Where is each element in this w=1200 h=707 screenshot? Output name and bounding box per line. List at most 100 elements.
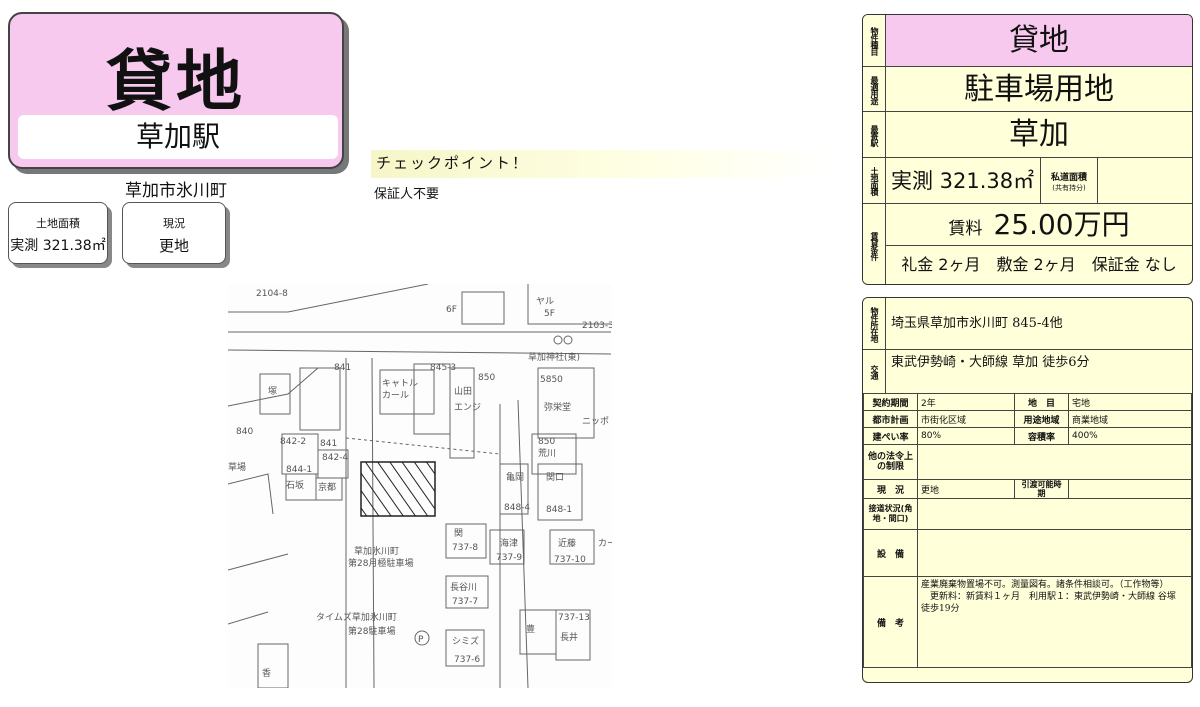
svg-text:737-8: 737-8 xyxy=(452,543,478,553)
remarks-line: 徒歩19分 xyxy=(921,604,960,614)
svg-text:第28月極駐車場: 第28月極駐車場 xyxy=(348,557,413,569)
value-land-category: 宅地 xyxy=(1068,393,1192,411)
svg-text:カール: カール xyxy=(382,390,409,401)
svg-text:737-9: 737-9 xyxy=(496,553,522,563)
svg-text:842-4: 842-4 xyxy=(322,453,348,463)
summary-label: 現況 xyxy=(163,217,185,230)
rent-cell: 賃料 25.00万円 xyxy=(886,204,1192,246)
svg-text:840: 840 xyxy=(236,427,253,437)
label-land-area: 土地面積 xyxy=(863,158,886,204)
label-location: 物件所在地 xyxy=(863,298,886,350)
label-zoning: 用途地域 xyxy=(1014,410,1069,428)
label-best-use: 最適用途 xyxy=(863,67,886,112)
svg-text:844-1: 844-1 xyxy=(286,465,312,475)
svg-text:ニッポ: ニッポ xyxy=(582,416,609,427)
row-location: 物件所在地 埼玉県草加市氷川町 845-4他 xyxy=(863,298,1192,350)
value-contract: 2年 xyxy=(917,393,1015,411)
value-building-coverage: 80% xyxy=(917,427,1015,445)
svg-text:737-13: 737-13 xyxy=(558,613,590,623)
station-name: 草加駅 xyxy=(18,115,338,159)
summary-label: 土地面積 xyxy=(36,217,80,230)
svg-text:長井: 長井 xyxy=(560,631,578,643)
value-road-access xyxy=(917,498,1192,530)
svg-text:タイムズ草加氷川町: タイムズ草加氷川町 xyxy=(316,611,397,623)
label-rental-terms: 賃貸条件 xyxy=(863,204,886,284)
label-current-status: 現 況 xyxy=(863,479,918,499)
label-private-road-note: (共有持分) xyxy=(1052,184,1086,192)
table-row: 備 考 産業廃棄物置場不可。測量図有。諸条件相談可。（工作物等） 更新料：新賃料… xyxy=(863,576,1192,668)
row-transport: 交通 東武伊勢崎・大師線 草加 徒歩6分 xyxy=(863,349,1192,393)
detail-table-wrap: 契約期間 2年 地 目 宅地 都市計画 市街化区域 用途地域 商業地域 建ぺい率… xyxy=(863,393,1192,668)
table-row: 建ぺい率 80% 容積率 400% xyxy=(863,427,1192,445)
value-best-use: 駐車場用地 xyxy=(964,72,1114,107)
svg-text:海津: 海津 xyxy=(500,537,518,549)
svg-text:エンジ: エンジ xyxy=(454,403,481,413)
label-remarks: 備 考 xyxy=(863,576,918,668)
label-floor-area-ratio: 容積率 xyxy=(1014,427,1069,445)
row-property-type: 物件種目 貸地 xyxy=(863,15,1192,67)
label-handover: 引渡可能時期 xyxy=(1014,479,1069,499)
value-legal-restrictions xyxy=(917,444,1192,480)
table-row: 設 備 xyxy=(863,529,1192,577)
value-rent: 25.00万円 xyxy=(993,208,1130,241)
value-nearest-station: 草加 xyxy=(1009,117,1069,152)
svg-text:香: 香 xyxy=(262,668,271,679)
svg-text:亀岡: 亀岡 xyxy=(506,471,524,483)
svg-text:草加神社(東): 草加神社(東) xyxy=(528,351,580,363)
label-building-coverage: 建ぺい率 xyxy=(863,427,918,445)
svg-text:737-10: 737-10 xyxy=(554,555,586,565)
svg-text:塚: 塚 xyxy=(268,386,277,397)
row-land-area: 土地面積 実測 321.38㎡ 私道面積 (共有持分) xyxy=(863,157,1192,204)
remarks-line: 更新料：新賃料１ヶ月 利用駅１：東武伊勢崎・大師線 谷塚 xyxy=(921,592,1176,602)
svg-text:2103-3: 2103-3 xyxy=(582,321,612,331)
table-row: 現 況 更地 引渡可能時期 xyxy=(863,479,1192,499)
label-road-access: 接道状況(角地・間口) xyxy=(863,498,918,530)
label-city-plan: 都市計画 xyxy=(863,410,918,428)
label-contract: 契約期間 xyxy=(863,393,918,411)
svg-text:ヤル: ヤル xyxy=(536,297,554,307)
svg-text:5F: 5F xyxy=(544,309,555,319)
svg-text:737-7: 737-7 xyxy=(452,597,478,607)
svg-text:荒川: 荒川 xyxy=(538,448,556,459)
svg-text:5850: 5850 xyxy=(540,375,563,385)
value-zoning: 商業地域 xyxy=(1068,410,1192,428)
location-map: 2104-8 6F ヤル 5F 2103-3 草加神社(東) 841 845-3… xyxy=(228,284,612,688)
row-rental-terms: 賃貸条件 賃料 25.00万円 礼金 2ヶ月 敷金 2ヶ月 保証金 なし xyxy=(863,203,1192,284)
value-land-area: 実測 321.38㎡ xyxy=(891,169,1035,193)
table-row: 契約期間 2年 地 目 宅地 xyxy=(863,393,1192,411)
svg-text:シミズ: シミズ xyxy=(452,635,479,647)
checkpoint-title: チェックポイント！ xyxy=(376,154,530,172)
value-deposit-fees: 礼金 2ヶ月 敷金 2ヶ月 保証金 なし xyxy=(901,255,1177,274)
svg-text:845-3: 845-3 xyxy=(430,363,456,373)
value-remarks: 産業廃棄物置場不可。測量図有。諸条件相談可。（工作物等） 更新料：新賃料１ヶ月 … xyxy=(917,576,1192,668)
value-transport: 東武伊勢崎・大師線 草加 徒歩6分 xyxy=(891,355,1090,370)
label-rent: 賃料 xyxy=(948,219,983,239)
private-road-label-cell: 私道面積 (共有持分) xyxy=(1040,158,1098,204)
value-private-road xyxy=(1097,158,1192,204)
table-row: 都市計画 市街化区域 用途地域 商業地域 xyxy=(863,410,1192,428)
svg-text:第28駐車場: 第28駐車場 xyxy=(348,625,395,637)
row-nearest-station: 最寄駅 草加 xyxy=(863,111,1192,158)
label-legal-restrictions: 他の法令上の制限 xyxy=(863,444,918,480)
svg-text:848-4: 848-4 xyxy=(504,503,530,513)
svg-text:長谷川: 長谷川 xyxy=(450,582,477,593)
label-private-road: 私道面積 xyxy=(1050,173,1087,183)
svg-text:737-6: 737-6 xyxy=(454,655,480,665)
svg-text:関: 関 xyxy=(454,528,463,539)
label-property-type: 物件種目 xyxy=(863,15,886,67)
value-current-status: 更地 xyxy=(917,479,1015,499)
detail-table: 契約期間 2年 地 目 宅地 都市計画 市街化区域 用途地域 商業地域 建ぺい率… xyxy=(863,393,1192,668)
property-header-card: 貸地 草加駅 xyxy=(8,12,344,169)
svg-text:841: 841 xyxy=(334,363,351,373)
summary-value: 実測 321.38㎡ xyxy=(10,238,106,254)
svg-text:石坂: 石坂 xyxy=(286,480,304,491)
value-facilities xyxy=(917,529,1192,577)
summary-card-land-area: 土地面積 実測 321.38㎡ xyxy=(8,202,108,264)
value-floor-area-ratio: 400% xyxy=(1068,427,1192,445)
label-facilities: 設 備 xyxy=(863,529,918,577)
svg-text:850: 850 xyxy=(538,437,555,447)
checkpoint-item: 保証人不要 xyxy=(374,187,440,202)
table-row: 他の法令上の制限 xyxy=(863,444,1192,480)
value-handover xyxy=(1068,479,1192,499)
label-land-category: 地 目 xyxy=(1014,393,1069,411)
